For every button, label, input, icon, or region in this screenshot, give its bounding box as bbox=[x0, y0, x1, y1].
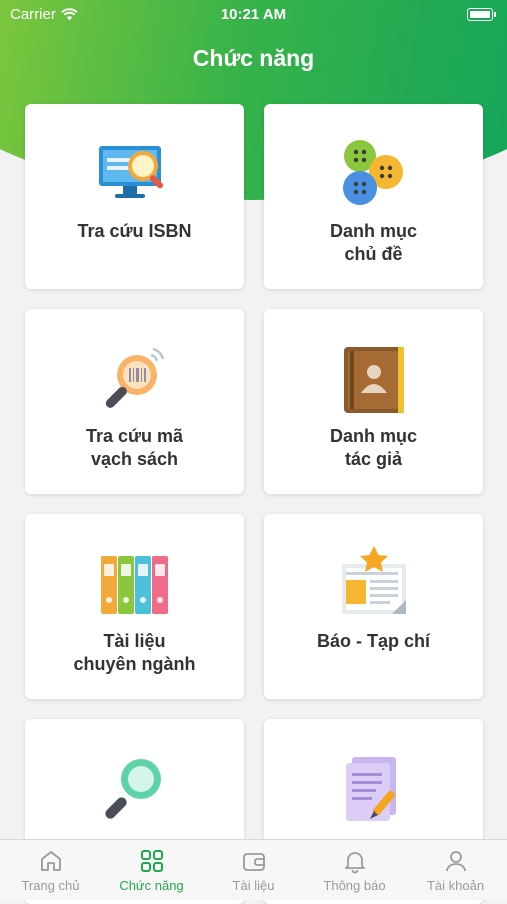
card-author-catalog[interactable]: Danh mục tác giả bbox=[264, 309, 483, 494]
tab-label: Trang chủ bbox=[21, 878, 80, 893]
tab-home[interactable]: Trang chủ bbox=[0, 840, 101, 900]
card-isbn-search[interactable]: Tra cứu ISBN bbox=[25, 104, 244, 289]
newspaper-icon bbox=[341, 546, 406, 614]
battery-icon bbox=[467, 8, 496, 21]
tab-bar: Trang chủ Chức năng Tài liệu Thông báo T… bbox=[0, 839, 507, 900]
grid-icon bbox=[140, 850, 163, 872]
tab-label: Thông báo bbox=[323, 878, 386, 893]
binders-icon bbox=[100, 556, 168, 614]
card-label: Tài liệu chuyên ngành bbox=[73, 631, 196, 674]
home-icon bbox=[40, 851, 61, 871]
bell-icon bbox=[344, 852, 365, 874]
card-label: Danh mục chủ đề bbox=[329, 221, 417, 264]
card-barcode-search[interactable]: Tra cứu mã vạch sách bbox=[25, 309, 244, 494]
magnifier-icon bbox=[104, 759, 161, 819]
tab-label: Chức năng bbox=[119, 878, 184, 893]
tab-documents[interactable]: Tài liệu bbox=[203, 840, 304, 900]
barcode-search-icon bbox=[105, 347, 164, 408]
wallet-icon bbox=[242, 853, 265, 871]
author-book-icon bbox=[343, 347, 404, 413]
buttons-icon bbox=[342, 140, 403, 205]
tab-label: Tài liệu bbox=[232, 878, 275, 893]
clock: 10:21 AM bbox=[220, 6, 287, 23]
card-newspapers[interactable]: Báo - Tạp chí bbox=[264, 514, 483, 699]
status-bar: Carrier 10:21 AM bbox=[0, 0, 507, 30]
tab-account[interactable]: Tài khoản bbox=[405, 840, 506, 900]
user-icon bbox=[445, 851, 466, 872]
tab-notifications[interactable]: Thông báo bbox=[304, 840, 405, 900]
card-label: Tra cứu ISBN bbox=[77, 221, 192, 241]
isbn-search-icon bbox=[98, 146, 163, 198]
tab-functions[interactable]: Chức năng bbox=[101, 840, 202, 900]
card-specialized-docs[interactable]: Tài liệu chuyên ngành bbox=[25, 514, 244, 699]
card-topic-catalog[interactable]: Danh mục chủ đề bbox=[264, 104, 483, 289]
card-label: Danh mục tác giả bbox=[329, 426, 417, 469]
card-label: Tra cứu mã vạch sách bbox=[85, 426, 184, 469]
card-label: Báo - Tạp chí bbox=[316, 631, 430, 651]
tab-label: Tài khoản bbox=[426, 878, 485, 893]
page-title: Chức năng bbox=[192, 45, 315, 71]
document-icon bbox=[345, 757, 396, 821]
